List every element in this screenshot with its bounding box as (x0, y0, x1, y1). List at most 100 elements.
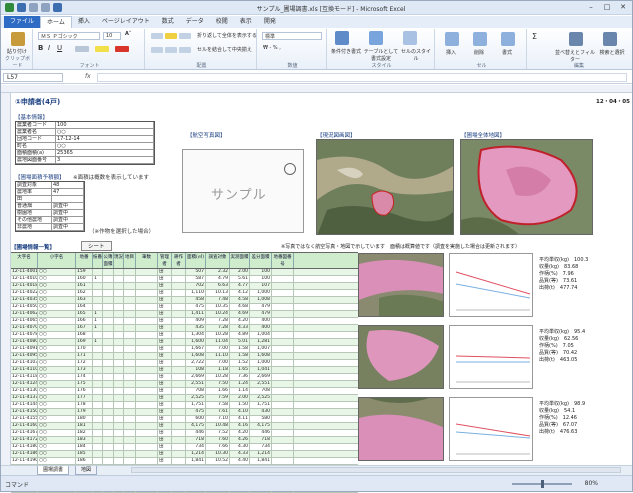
table-cell[interactable]: 田 (158, 283, 172, 289)
table-cell[interactable] (172, 276, 186, 282)
table-cell[interactable] (103, 325, 114, 331)
table-cell[interactable]: 507 (186, 269, 206, 275)
table-cell[interactable] (114, 318, 124, 324)
table-cell[interactable] (136, 290, 158, 296)
table-cell[interactable] (172, 458, 186, 464)
table-cell[interactable]: 田 (158, 276, 172, 282)
table-cell[interactable] (272, 416, 294, 422)
table-cell[interactable]: 5.01 (230, 339, 250, 345)
table-cell[interactable] (93, 423, 103, 429)
table-cell[interactable] (103, 276, 114, 282)
table-cell[interactable]: 12-11-4167 (11, 430, 38, 436)
table-cell[interactable]: 田 (158, 437, 172, 443)
table-cell[interactable]: 1 (93, 276, 103, 282)
table-cell[interactable] (136, 437, 158, 443)
table-cell[interactable]: 1,281 (250, 339, 272, 345)
table-cell[interactable]: 4.16 (230, 423, 250, 429)
table-cell[interactable]: 1 (93, 339, 103, 345)
tab-review[interactable]: 校閲 (210, 16, 234, 28)
table-cell[interactable] (136, 388, 158, 394)
table-cell[interactable]: 2,551 (186, 381, 206, 387)
table-cell[interactable] (103, 269, 114, 275)
table-cell[interactable] (172, 346, 186, 352)
table-cell[interactable] (103, 430, 114, 436)
table-cell[interactable]: 2.00 (230, 269, 250, 275)
table-cell[interactable]: 10.28 (206, 332, 230, 338)
table-cell[interactable]: 田 (158, 374, 172, 380)
table-cell[interactable] (124, 339, 136, 345)
table-cell[interactable] (124, 402, 136, 408)
table-cell[interactable] (172, 367, 186, 373)
table-cell[interactable]: ○○ (38, 423, 76, 429)
table-cell[interactable]: ○○ (38, 444, 76, 450)
table-cell[interactable] (172, 374, 186, 380)
table-cell[interactable]: 12-11-4190 (11, 458, 38, 464)
table-cell[interactable] (114, 346, 124, 352)
table-cell[interactable] (272, 360, 294, 366)
table-cell[interactable]: 12-11-4118 (11, 374, 38, 380)
table-cell[interactable]: 1.65 (230, 367, 250, 373)
table-cell[interactable] (103, 416, 114, 422)
table-cell[interactable]: 1 (93, 318, 103, 324)
table-cell[interactable]: 708 (250, 388, 272, 394)
table-cell[interactable]: 400 (250, 318, 272, 324)
format-button[interactable]: 書式 (502, 49, 512, 56)
table-cell[interactable] (136, 269, 158, 275)
table-cell[interactable]: 12-11-4050 (11, 304, 38, 310)
table-cell[interactable]: 169 (76, 339, 93, 345)
tab-home[interactable]: ホーム (40, 16, 72, 28)
table-cell[interactable]: 10.24 (206, 311, 230, 317)
table-cell[interactable]: 1,214 (250, 451, 272, 457)
table-cell[interactable] (136, 423, 158, 429)
table-cell[interactable] (172, 360, 186, 366)
find-select-icon[interactable] (603, 32, 617, 46)
table-cell[interactable] (103, 318, 114, 324)
table-cell[interactable]: 12-11-4186 (11, 451, 38, 457)
table-cell[interactable] (103, 423, 114, 429)
table-row[interactable]: 12-11-4186 ○○ 185 田 1,214 10.30 4.33 1,214 (11, 451, 358, 458)
fill-color-icon[interactable] (95, 46, 109, 52)
table-cell[interactable] (114, 388, 124, 394)
table-cell[interactable]: 458 (186, 297, 206, 303)
save-icon[interactable] (17, 3, 26, 12)
table-cell[interactable]: 4.10 (230, 409, 250, 415)
table-cell[interactable]: 4.58 (230, 297, 250, 303)
borders-icon[interactable] (75, 46, 89, 52)
table-cell[interactable]: 田 (158, 297, 172, 303)
table-cell[interactable] (114, 276, 124, 282)
table-cell[interactable]: 430 (250, 409, 272, 415)
bold-icon[interactable]: B (38, 44, 43, 52)
table-cell[interactable] (272, 367, 294, 373)
table-cell[interactable] (172, 381, 186, 387)
table-cell[interactable]: 177 (76, 395, 93, 401)
table-cell[interactable]: 4.20 (230, 430, 250, 436)
table-cell[interactable]: 11.04 (206, 339, 230, 345)
table-cell[interactable] (272, 374, 294, 380)
table-cell[interactable] (93, 395, 103, 401)
paste-label[interactable]: 貼り付け (7, 48, 27, 55)
table-cell[interactable] (124, 332, 136, 338)
table-cell[interactable]: 2.00 (230, 395, 250, 401)
table-cell[interactable]: 479 (250, 311, 272, 317)
table-cell[interactable] (272, 332, 294, 338)
table-row[interactable]: 12-11-4035 ○○ 163 田 458 7.48 4.58 1,008 (11, 297, 358, 304)
table-cell[interactable]: 田 (158, 409, 172, 415)
align-top-icon[interactable] (151, 33, 163, 39)
table-cell[interactable]: 12-11-4078 (11, 332, 38, 338)
table-cell[interactable]: ○○ (38, 311, 76, 317)
table-cell[interactable] (172, 290, 186, 296)
table-cell[interactable]: 田 (158, 458, 172, 464)
table-cell[interactable]: 田 (158, 381, 172, 387)
table-cell[interactable] (136, 367, 158, 373)
table-cell[interactable] (114, 444, 124, 450)
table-cell[interactable] (136, 416, 158, 422)
table-cell[interactable]: 2,669 (186, 374, 206, 380)
table-cell[interactable]: 175 (76, 381, 93, 387)
table-cell[interactable]: 409 (186, 318, 206, 324)
table-cell[interactable] (93, 290, 103, 296)
table-row[interactable]: 12-11-4130 ○○ 176 田 708 1.66 1.14 708 (11, 388, 358, 395)
table-cell[interactable]: 7.61 (206, 409, 230, 415)
table-cell[interactable]: ○○ (38, 297, 76, 303)
table-cell[interactable]: 12-11-4070 (11, 325, 38, 331)
sort-filter-icon[interactable] (569, 32, 583, 46)
